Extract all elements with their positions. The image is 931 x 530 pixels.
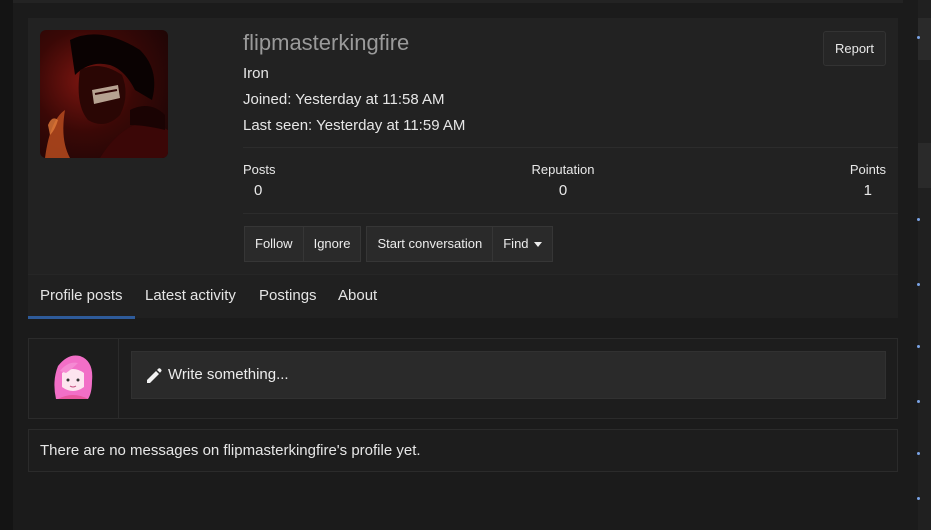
composer-avatar-column [29,339,119,418]
pink-haired-avatar-icon[interactable] [48,351,98,401]
find-dropdown-button[interactable]: Find [492,226,553,262]
stat-points-label: Points [849,162,886,177]
user-avatar-icon [45,34,168,158]
follow-button[interactable]: Follow [244,226,303,262]
stat-reputation-label: Reputation [531,162,595,177]
profile-username: flipmasterkingfire [243,30,410,55]
write-something-placeholder: Write something... [168,366,289,383]
stat-points-value: 1 [863,182,872,199]
profile-rank: Iron [243,65,269,82]
tab-postings[interactable]: Postings [247,275,329,319]
empty-message: There are no messages on flipmasterkingf… [40,442,421,459]
sidebar-indicator [917,497,920,500]
sidebar-block [918,18,931,60]
profile-actions: Follow Ignore Start conversation Find [244,226,558,262]
profile-tabs: Profile posts Latest activity Postings A… [28,274,898,319]
sidebar-indicator [917,36,920,39]
find-label: Find [503,236,529,251]
left-gutter [0,0,13,530]
sidebar-indicator [917,345,920,348]
sidebar-indicator [917,218,920,221]
sidebar-edge [903,0,931,530]
stat-posts[interactable]: Posts 0 [243,162,276,199]
conversation-find-group: Start conversation Find [366,226,553,262]
profile-posts-empty-notice: There are no messages on flipmasterkingf… [28,429,898,472]
profile-post-composer: Write something... [28,338,898,419]
sidebar-block [918,143,931,188]
follow-ignore-group: Follow Ignore [244,226,362,262]
start-conversation-button[interactable]: Start conversation [366,226,493,262]
sidebar-indicator [917,452,920,455]
profile-avatar[interactable] [40,30,168,158]
tab-profile-posts[interactable]: Profile posts [28,275,135,319]
header-divider [243,147,898,148]
report-button[interactable]: Report [822,31,886,66]
profile-header: flipmasterkingfire Iron Joined: Yesterda… [28,18,898,274]
stat-reputation[interactable]: Reputation 0 [531,162,595,199]
top-edge [13,0,903,3]
profile-joined: Joined: Yesterday at 11:58 AM [243,91,445,108]
sidebar-indicator [917,283,920,286]
write-something-input[interactable]: Write something... [131,351,886,399]
stat-posts-label: Posts [243,162,276,177]
tab-latest-activity[interactable]: Latest activity [133,275,248,319]
profile-last-seen: Last seen: Yesterday at 11:59 AM [243,117,466,134]
pencil-icon [147,368,162,383]
sidebar-strip [918,0,931,530]
stats-divider [243,213,898,214]
stat-points[interactable]: Points 1 [850,162,886,199]
ignore-button[interactable]: Ignore [302,226,362,262]
chevron-down-icon [533,241,542,247]
tab-about[interactable]: About [326,275,389,319]
stat-reputation-value: 0 [558,182,568,199]
stat-posts-value: 0 [254,182,263,199]
sidebar-indicator [917,400,920,403]
